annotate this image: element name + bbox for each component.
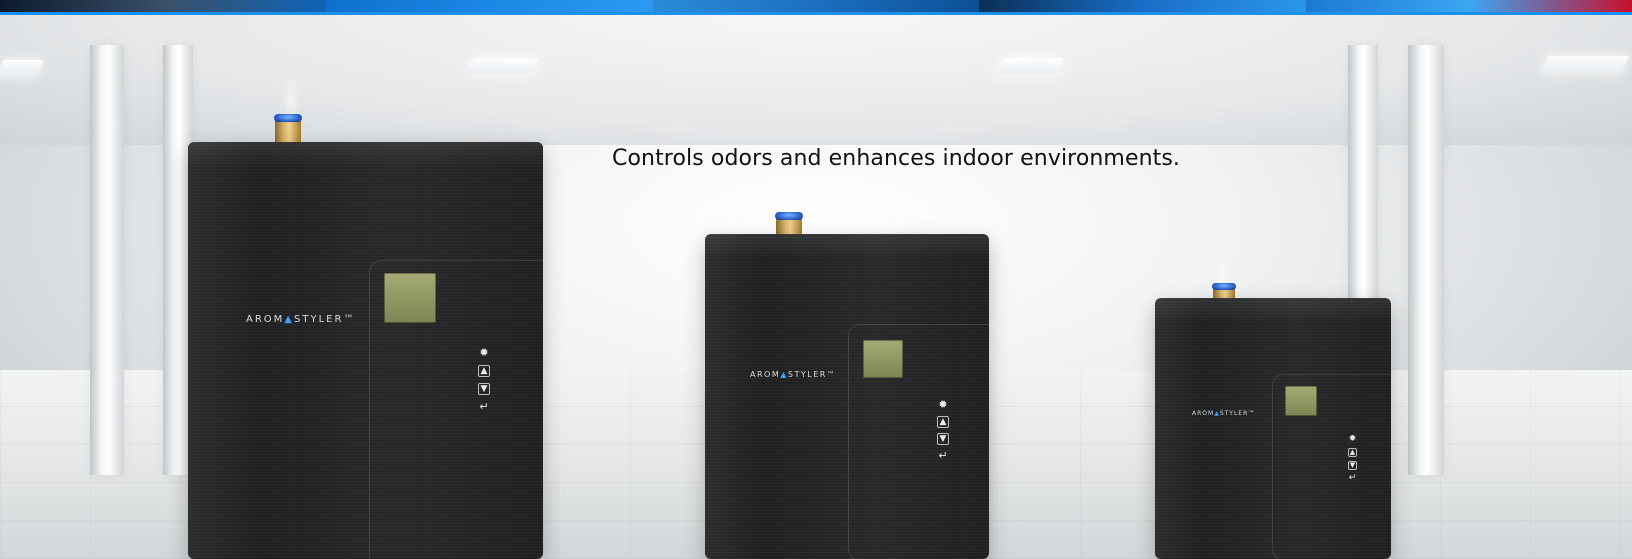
- lcd-screen: [863, 340, 903, 378]
- brand-accent: ▲: [284, 314, 294, 325]
- enter-icon[interactable]: ↵: [478, 401, 490, 413]
- ceiling-light: [996, 58, 1064, 74]
- ceiling-light: [0, 60, 44, 76]
- nozzle-cap: [1212, 283, 1236, 290]
- brand-logo: AROM▲STYLER™: [1192, 410, 1255, 417]
- nozzle-cap: [775, 212, 803, 220]
- up-icon[interactable]: ▲: [478, 365, 490, 377]
- lcd-screen: [384, 273, 436, 323]
- ceiling-background: [0, 15, 1632, 145]
- enter-icon[interactable]: ↵: [937, 450, 949, 462]
- pillar: [1408, 45, 1444, 475]
- diffuser-device-medium: AROM▲STYLER™ ✹ ▲ ▼ ↵: [705, 234, 1000, 559]
- diffuser-device-small: AROM▲STYLER™ ✹ ▲ ▼ ↵: [1155, 298, 1399, 559]
- hero-tagline: Controls odors and enhances indoor envir…: [612, 146, 1181, 171]
- brand-logo: AROM▲STYLER™: [750, 370, 836, 379]
- ceiling-light: [1541, 56, 1629, 72]
- brand-logo: AROM▲STYLER™: [246, 314, 355, 325]
- brand-accent: ▲: [780, 370, 788, 379]
- down-icon[interactable]: ▼: [478, 383, 490, 395]
- up-icon[interactable]: ▲: [1348, 448, 1357, 457]
- ceiling-light: [466, 58, 539, 74]
- brand-suffix: STYLER™: [787, 370, 837, 379]
- gear-icon[interactable]: ✹: [937, 399, 949, 411]
- brand-prefix: AROM: [750, 370, 781, 379]
- brand-suffix: STYLER™: [1219, 410, 1256, 417]
- gear-icon[interactable]: ✹: [1348, 435, 1357, 444]
- brand-prefix: AROM: [1192, 410, 1215, 417]
- brand-suffix: STYLER™: [294, 314, 356, 325]
- hero-banner: Controls odors and enhances indoor envir…: [0, 0, 1632, 559]
- down-icon[interactable]: ▼: [937, 433, 949, 445]
- gear-icon[interactable]: ✹: [478, 347, 490, 359]
- down-icon[interactable]: ▼: [1348, 461, 1357, 470]
- control-buttons: ✹ ▲ ▼ ↵: [478, 347, 490, 413]
- brand-prefix: AROM: [246, 314, 285, 325]
- enter-icon[interactable]: ↵: [1348, 474, 1357, 483]
- diffuser-device-large: AROM▲STYLER™ ✹ ▲ ▼ ↵: [188, 142, 561, 559]
- up-icon[interactable]: ▲: [937, 416, 949, 428]
- nozzle-cap: [274, 114, 302, 122]
- control-buttons: ✹ ▲ ▼ ↵: [937, 399, 949, 462]
- pillar: [90, 45, 124, 475]
- mist: [282, 72, 300, 117]
- lcd-screen: [1285, 386, 1317, 416]
- control-buttons: ✹ ▲ ▼ ↵: [1348, 435, 1357, 483]
